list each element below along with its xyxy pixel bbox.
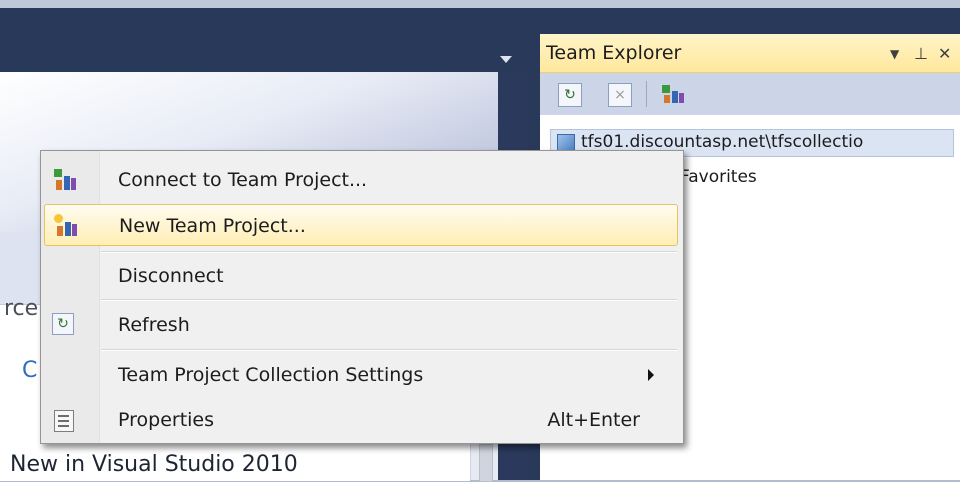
window-top-strip [0, 0, 960, 8]
add-team-project-icon[interactable] [660, 83, 686, 105]
properties-icon [52, 408, 76, 432]
team-project-icon [52, 168, 76, 192]
menu-item-label: Connect to Team Project... [118, 169, 368, 191]
menu-separator [101, 251, 677, 253]
partial-text: rce [4, 296, 39, 321]
menu-item-new-team-project[interactable]: New Team Project... [44, 204, 678, 246]
team-explorer-title-bar: Team Explorer ▼ ⊥ ✕ [540, 34, 960, 73]
submenu-arrow-icon [648, 369, 654, 381]
menu-item-label: Team Project Collection Settings [118, 364, 424, 386]
menu-item-refresh[interactable]: ↻ Refresh [44, 304, 678, 346]
menu-item-shortcut: Alt+Enter [547, 409, 640, 431]
menu-separator [101, 299, 677, 301]
toolbar-separator [646, 81, 647, 107]
menu-item-label: Properties [118, 409, 215, 431]
tree-node-favorites[interactable]: Favorites [680, 167, 757, 187]
document-tabs-dropdown-icon[interactable] [500, 56, 512, 63]
stop-icon[interactable]: × [608, 83, 632, 107]
menu-item-connect-to-team-project[interactable]: Connect to Team Project... [44, 159, 678, 201]
menu-item-properties[interactable]: Properties Alt+Enter [44, 399, 678, 441]
context-menu: Connect to Team Project... New Team Proj… [40, 150, 684, 444]
menu-item-label: New Team Project... [119, 215, 306, 237]
pin-icon[interactable]: ⊥ [914, 44, 928, 63]
refresh-icon[interactable]: ↻ [558, 83, 582, 107]
scrollbar-thumb[interactable] [479, 444, 493, 482]
new-team-project-icon [53, 214, 77, 238]
menu-item-label: Disconnect [118, 265, 224, 287]
window-position-dropdown-icon[interactable]: ▼ [890, 47, 899, 61]
panel-title: Team Explorer [546, 42, 682, 64]
menu-separator [101, 349, 677, 351]
partial-link[interactable]: C [22, 358, 37, 383]
menu-item-disconnect[interactable]: Disconnect [44, 255, 678, 297]
menu-item-collection-settings[interactable]: Team Project Collection Settings [44, 354, 678, 396]
server-node-label: tfs01.discountasp.net\tfscollectio [581, 132, 864, 152]
whats-new-link[interactable]: New in Visual Studio 2010 [10, 452, 298, 477]
team-explorer-toolbar: ↻ × [540, 73, 960, 115]
refresh-icon: ↻ [52, 313, 74, 335]
close-icon[interactable]: ✕ [938, 44, 951, 63]
menu-item-label: Refresh [118, 314, 190, 336]
